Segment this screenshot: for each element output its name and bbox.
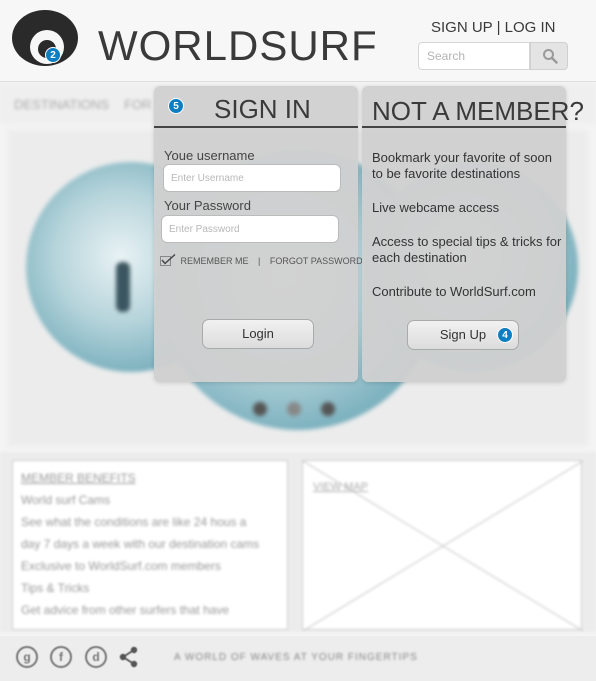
- annotation-badge: 4: [497, 327, 513, 343]
- annotation-badge: 2: [45, 47, 61, 63]
- benefit-item: Contribute to WorldSurf.com: [372, 284, 536, 299]
- footer: g f d A WORLD OF WAVES AT YOUR FINGERTIP…: [0, 636, 596, 681]
- divider: [154, 126, 358, 128]
- remember-row: REMEMBER ME | FORGOT PASSWORD: [160, 254, 363, 266]
- view-map-link[interactable]: VIEW MAP: [313, 481, 368, 493]
- password-label: Your Password: [164, 198, 251, 213]
- search-button[interactable]: [530, 42, 568, 70]
- auth-links: SIGN UP | LOG IN: [431, 19, 556, 36]
- sign-in-panel: 5 SIGN IN Youe username Your Password RE…: [154, 86, 363, 382]
- divider: [362, 126, 566, 128]
- sign-up-label: Sign Up: [439, 327, 487, 342]
- log-in-link[interactable]: LOG IN: [505, 19, 556, 36]
- sign-up-link[interactable]: SIGN UP: [431, 19, 492, 36]
- benefits-line: Tips & Tricks: [21, 581, 90, 595]
- auth-separator: |: [496, 19, 501, 36]
- member-benefits-box: MEMBER BENEFITS World surf Cams See what…: [12, 460, 288, 630]
- carousel-dot[interactable]: [253, 402, 267, 416]
- sign-in-title: SIGN IN: [214, 94, 311, 124]
- annotation-badge: 5: [168, 98, 184, 114]
- surfer-figure: [116, 262, 130, 312]
- carousel-dot[interactable]: [321, 402, 335, 416]
- remember-separator: |: [258, 256, 261, 266]
- login-button[interactable]: Login: [202, 319, 314, 349]
- search-icon: [543, 49, 558, 64]
- lower-content: MEMBER BENEFITS World surf Cams See what…: [0, 452, 596, 632]
- password-input[interactable]: [161, 215, 339, 243]
- benefit-item: Access to special tips & tricks for each…: [372, 234, 562, 265]
- benefits-line: day 7 days a week with our destination c…: [21, 537, 260, 551]
- benefits-line: Exclusive to WorldSurf.com members: [21, 559, 221, 573]
- benefits-line: Get advice from other surfers that have: [21, 603, 230, 617]
- checkmark-icon[interactable]: [160, 254, 176, 266]
- nav-item-forum[interactable]: FOR: [124, 97, 151, 112]
- remember-me-label[interactable]: REMEMBER ME: [181, 256, 249, 266]
- carousel-dot[interactable]: [287, 402, 301, 416]
- sign-up-button[interactable]: Sign Up 4: [407, 320, 519, 350]
- username-label: Youe username: [164, 148, 255, 163]
- footer-tagline: A WORLD OF WAVES AT YOUR FINGERTIPS: [174, 652, 418, 663]
- benefit-item: Bookmark your favorite of soon to be fav…: [372, 150, 552, 181]
- facebook-icon[interactable]: f: [50, 646, 72, 668]
- carousel-dots: [253, 402, 355, 421]
- benefit-item: Live webcame access: [372, 200, 500, 215]
- share-icon[interactable]: [119, 646, 139, 668]
- social-icon[interactable]: g: [16, 646, 38, 668]
- forgot-password-link[interactable]: FORGOT PASSWORD: [270, 256, 363, 266]
- logo[interactable]: 2: [12, 10, 80, 66]
- not-a-member-panel: NOT A MEMBER? Bookmark your favorite of …: [362, 86, 584, 382]
- benefits-heading[interactable]: MEMBER BENEFITS: [21, 471, 279, 485]
- not-a-member-title: NOT A MEMBER?: [372, 96, 584, 126]
- header: 2 WORLDSURF SIGN UP | LOG IN Search: [0, 0, 596, 82]
- benefits-line: See what the conditions are like 24 hous…: [21, 515, 247, 529]
- search-input[interactable]: Search: [418, 42, 530, 70]
- nav-item-destinations[interactable]: DESTINATIONS: [14, 97, 109, 112]
- username-input[interactable]: [163, 164, 341, 192]
- map-placeholder: VIEW MAP: [302, 460, 583, 631]
- dribbble-icon[interactable]: d: [85, 646, 107, 668]
- benefits-line: World surf Cams: [21, 493, 111, 507]
- brand-title: WORLDSURF: [98, 22, 378, 69]
